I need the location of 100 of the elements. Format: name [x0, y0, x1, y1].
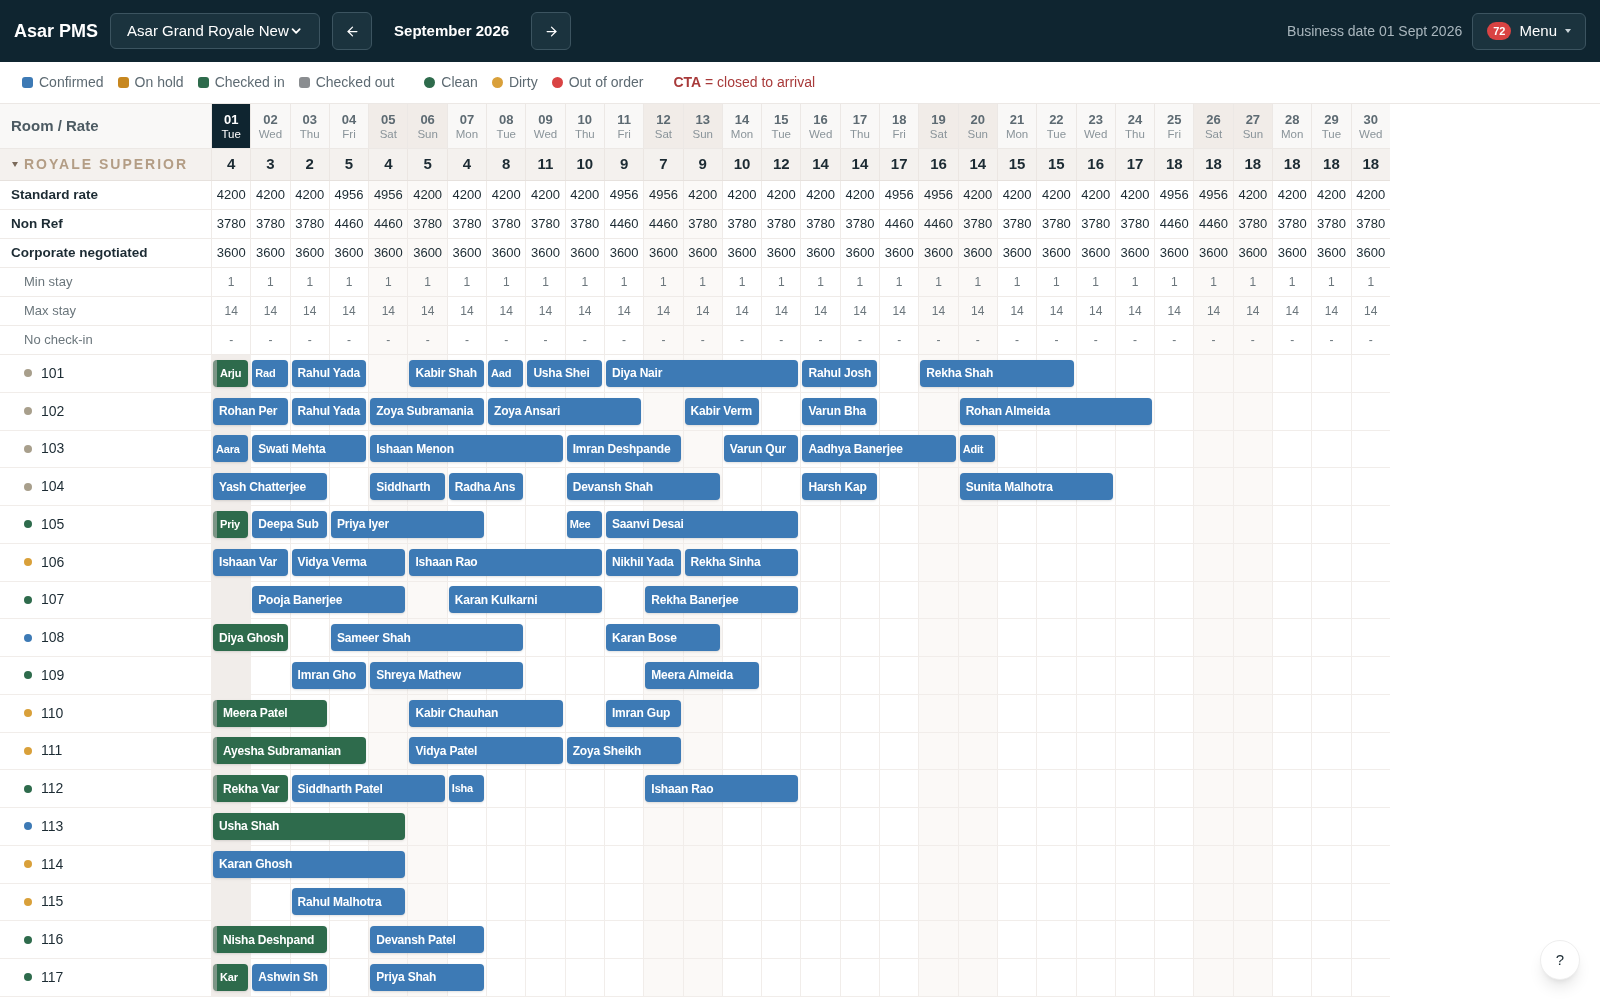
- day-header[interactable]: 18 Fri: [879, 104, 919, 148]
- day-header[interactable]: 28 Mon: [1272, 104, 1312, 148]
- booking-bar[interactable]: Rekha Banerjee: [645, 586, 799, 614]
- booking-bar[interactable]: Usha Shah: [213, 812, 406, 840]
- booking-bar[interactable]: Aadhya Banerjee: [802, 435, 956, 463]
- day-header[interactable]: 22 Tue: [1036, 104, 1076, 148]
- day-header[interactable]: 03 Thu: [289, 104, 329, 148]
- day-header[interactable]: 20 Sun: [957, 104, 997, 148]
- day-header[interactable]: 07 Mon: [446, 104, 487, 148]
- booking-bar[interactable]: Varun Bha: [802, 397, 878, 425]
- booking-bar[interactable]: Karan Kulkarni: [448, 586, 602, 614]
- booking-bar[interactable]: Ishaan Menon: [370, 435, 563, 463]
- day-header[interactable]: 11 Fri: [603, 104, 644, 148]
- day-header[interactable]: 04 Fri: [328, 104, 369, 148]
- booking-bar[interactable]: Kabir Verm: [684, 397, 760, 425]
- property-select[interactable]: Asar Grand Royale New: [110, 13, 321, 49]
- booking-bar[interactable]: Zoya Subramania: [370, 397, 485, 425]
- booking-bar[interactable]: Nisha Deshpand: [213, 926, 327, 954]
- day-header[interactable]: 26 Sat: [1193, 104, 1233, 148]
- booking-bar[interactable]: Shreya Mathew: [370, 661, 524, 689]
- day-header[interactable]: 25 Fri: [1154, 104, 1194, 148]
- booking-bar[interactable]: Devansh Shah: [566, 473, 720, 501]
- booking-bar[interactable]: Deepa Sub: [252, 510, 327, 538]
- booking-bar[interactable]: Meera Patel: [213, 699, 327, 727]
- booking-bar[interactable]: Diya Nair: [605, 359, 799, 387]
- help-button[interactable]: ?: [1540, 940, 1580, 980]
- booking-bar[interactable]: Rekha Shah: [920, 359, 1074, 387]
- day-header[interactable]: 21 Mon: [996, 104, 1037, 148]
- day-header[interactable]: 23 Wed: [1075, 104, 1115, 148]
- booking-bar[interactable]: Siddharth Patel: [291, 775, 445, 803]
- booking-bar[interactable]: Adit: [959, 435, 995, 463]
- booking-bar[interactable]: Swati Mehta: [252, 435, 367, 463]
- booking-bar[interactable]: Siddharth: [370, 473, 445, 501]
- booking-bar[interactable]: Rahul Josh: [802, 359, 878, 387]
- day-header[interactable]: 17 Thu: [839, 104, 880, 148]
- booking-bar[interactable]: Sameer Shah: [330, 624, 524, 652]
- booking-bar[interactable]: Aara: [213, 435, 249, 463]
- day-header[interactable]: 15 Tue: [761, 104, 801, 148]
- booking-bar[interactable]: Zoya Sheikh: [566, 737, 681, 765]
- caret-icon[interactable]: [12, 162, 18, 167]
- booking-bar[interactable]: Pooja Banerjee: [252, 586, 406, 614]
- booking-bar[interactable]: Karan Bose: [605, 624, 720, 652]
- booking-bar[interactable]: Priya Iyer: [330, 510, 485, 538]
- day-header[interactable]: 14 Mon: [721, 104, 762, 148]
- booking-bar[interactable]: Radha Ans: [448, 473, 524, 501]
- booking-bar[interactable]: Usha Shei: [527, 359, 602, 387]
- booking-bar[interactable]: Rekha Sinha: [684, 548, 799, 576]
- booking-bar[interactable]: Varun Qur: [723, 435, 799, 463]
- booking-bar[interactable]: Devansh Patel: [370, 926, 485, 954]
- day-header[interactable]: 24 Thu: [1114, 104, 1155, 148]
- booking-bar[interactable]: Rahul Yada: [291, 359, 367, 387]
- booking-bar[interactable]: Ishaan Var: [213, 548, 288, 576]
- booking-bar[interactable]: Priy: [213, 510, 249, 538]
- booking-bar[interactable]: Yash Chatterjee: [213, 473, 327, 501]
- day-header[interactable]: 09 Wed: [525, 104, 565, 148]
- booking-bar[interactable]: Nikhil Yada: [605, 548, 681, 576]
- day-header[interactable]: 05 Sat: [368, 104, 408, 148]
- day-header[interactable]: 08 Tue: [486, 104, 526, 148]
- booking-bar[interactable]: Ishaan Rao: [645, 775, 799, 803]
- booking-bar[interactable]: Kar: [213, 963, 249, 991]
- booking-bar[interactable]: Karan Ghosh: [213, 850, 406, 878]
- booking-bar[interactable]: Rahul Malhotra: [291, 888, 406, 916]
- booking-bar[interactable]: Vidya Verma: [291, 548, 406, 576]
- day-header[interactable]: 01 Tue: [211, 104, 251, 148]
- booking-bar[interactable]: Rohan Almeida: [959, 397, 1153, 425]
- booking-bar[interactable]: Rad: [252, 359, 288, 387]
- booking-bar[interactable]: Harsh Kap: [802, 473, 878, 501]
- day-header[interactable]: 12 Sat: [643, 104, 683, 148]
- booking-bar[interactable]: Rohan Per: [213, 397, 288, 425]
- day-header[interactable]: 27 Sun: [1232, 104, 1272, 148]
- previous-month-button[interactable]: [332, 12, 373, 50]
- booking-bar[interactable]: Arju: [213, 359, 249, 387]
- menu-button[interactable]: 72 Menu: [1472, 12, 1586, 50]
- booking-bar[interactable]: Imran Gup: [605, 699, 681, 727]
- booking-bar[interactable]: Imran Deshpande: [566, 435, 681, 463]
- day-header[interactable]: 06 Sun: [407, 104, 447, 148]
- booking-bar[interactable]: Kabir Chauhan: [409, 699, 563, 727]
- booking-bar[interactable]: Aad: [488, 359, 524, 387]
- booking-bar[interactable]: Kabir Shah: [409, 359, 485, 387]
- day-header[interactable]: 19 Sat: [918, 104, 958, 148]
- booking-bar[interactable]: Vidya Patel: [409, 737, 563, 765]
- day-header[interactable]: 16 Wed: [800, 104, 840, 148]
- day-header[interactable]: 10 Thu: [564, 104, 604, 148]
- booking-bar[interactable]: Rekha Var: [213, 775, 288, 803]
- booking-bar[interactable]: Ashwin Sh: [252, 963, 327, 991]
- booking-bar[interactable]: Isha: [448, 775, 485, 803]
- booking-bar[interactable]: Priya Shah: [370, 963, 485, 991]
- next-month-button[interactable]: [531, 12, 572, 50]
- booking-bar[interactable]: Saanvi Desai: [605, 510, 799, 538]
- day-header[interactable]: 13 Sun: [682, 104, 722, 148]
- booking-bar[interactable]: Rahul Yada: [291, 397, 367, 425]
- booking-bar[interactable]: Ayesha Subramanian: [213, 737, 367, 765]
- booking-bar[interactable]: Sunita Malhotra: [959, 473, 1113, 501]
- day-header[interactable]: 30 Wed: [1350, 104, 1390, 148]
- booking-bar[interactable]: Ishaan Rao: [409, 548, 602, 576]
- day-header[interactable]: 02 Wed: [250, 104, 290, 148]
- booking-bar[interactable]: Meera Almeida: [645, 661, 760, 689]
- day-header[interactable]: 29 Tue: [1311, 104, 1351, 148]
- booking-bar[interactable]: Diya Ghosh: [213, 624, 288, 652]
- booking-bar[interactable]: Zoya Ansari: [488, 397, 642, 425]
